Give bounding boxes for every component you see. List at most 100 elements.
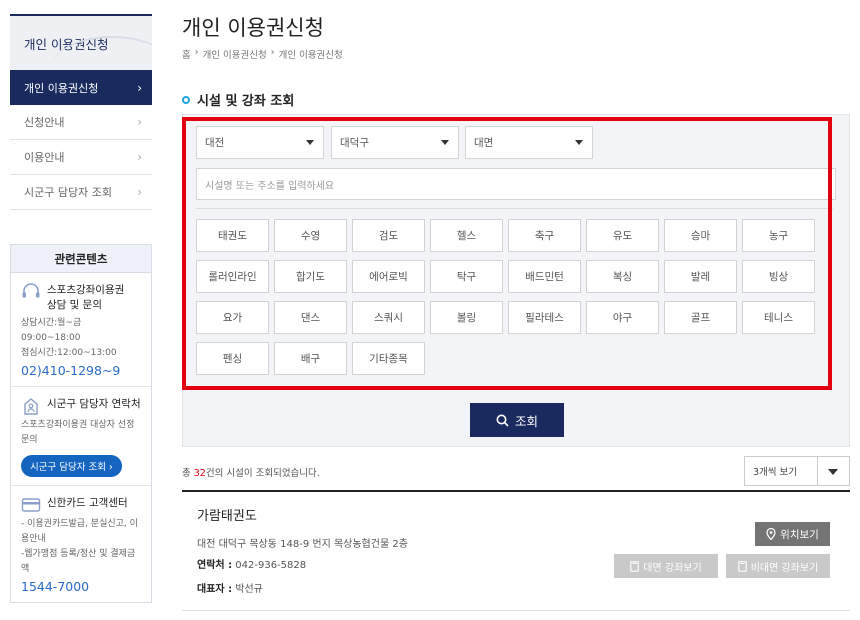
sport-button[interactable]: 유도 <box>586 219 659 252</box>
sport-button[interactable]: 댄스 <box>274 301 347 334</box>
sport-button[interactable]: 태권도 <box>196 219 269 252</box>
map-pin-icon <box>766 528 776 540</box>
sport-button[interactable]: 검도 <box>352 219 425 252</box>
view-count-value: 3개씩 보기 <box>745 457 818 485</box>
sport-button[interactable]: 펜싱 <box>196 342 269 375</box>
related-content-title: 관련콘텐츠 <box>11 245 151 273</box>
sidebar-item-label: 개인 이용권신청 <box>24 81 99 95</box>
sport-button[interactable]: 롤러인라인 <box>196 260 269 293</box>
caret-down-icon <box>306 140 314 145</box>
breadcrumb-home[interactable]: 홈 <box>182 47 191 61</box>
card-center-desc-2: -웹가맹점 등록/정산 및 결제금액 <box>21 549 136 574</box>
result-prefix: 총 <box>182 468 194 479</box>
card-center-title: 신한카드 고객센터 <box>47 497 128 509</box>
consult-hours-line: 상담시간:월~금 09:00~18:00 <box>21 318 82 343</box>
location-button[interactable]: 위치보기 <box>755 522 830 546</box>
sidebar-item-usage-guide[interactable]: 이용안내 › <box>10 140 152 175</box>
consult-phone[interactable]: 02)410-1298~9 <box>21 363 142 378</box>
contact-value: 042-936-5828 <box>235 560 307 571</box>
caret-down-icon <box>818 457 849 485</box>
sport-button[interactable]: 배드민턴 <box>508 260 581 293</box>
search-button[interactable]: 조회 <box>470 403 564 437</box>
offline-lessons-button[interactable]: 대면 강좌보기 <box>614 554 718 578</box>
sidebar-item-label: 신청안내 <box>24 116 65 129</box>
sport-button[interactable]: 볼링 <box>430 301 503 334</box>
sport-button[interactable]: 복싱 <box>586 260 659 293</box>
breadcrumb-current: 개인 이용권신청 <box>278 50 343 61</box>
view-count-select[interactable]: 3개씩 보기 <box>744 456 850 486</box>
sport-button[interactable]: 골프 <box>664 301 737 334</box>
document-icon <box>737 560 747 572</box>
result-suffix: 건의 시설이 조회되었습니다. <box>205 468 320 479</box>
building-icon <box>24 398 38 415</box>
facility-address: 대전 대덕구 목상동 148-9 번지 목상농협건물 2층 <box>197 539 408 550</box>
chevron-right-icon: › <box>137 150 142 164</box>
district-block: 시군구 담당자 연락처 스포츠강좌이용권 대상자 선정 문의 시군구 담당자 조… <box>11 387 151 486</box>
lunch-hours-line: 점심시간:12:00~13:00 <box>21 348 117 358</box>
card-center-phone[interactable]: 1544-7000 <box>21 579 142 594</box>
headset-icon <box>22 283 40 298</box>
card-center-desc-1: - 이용권카드발급, 분실신고, 이용안내 <box>21 519 138 544</box>
breadcrumb-separator: › <box>194 47 199 58</box>
facility-representative: 대표자 : 박선규 <box>197 580 263 595</box>
sport-button[interactable]: 스쿼시 <box>352 301 425 334</box>
sport-button[interactable]: 에어로빅 <box>352 260 425 293</box>
breadcrumb: 홈 › 개인 이용권신청 › 개인 이용권신청 <box>182 47 343 61</box>
sport-button[interactable]: 야구 <box>586 301 659 334</box>
contact-label: 연락처 : <box>197 560 233 571</box>
consult-title-line1: 스포츠강좌이용권 <box>47 284 125 296</box>
district-desc: 스포츠강좌이용권 대상자 선정 문의 <box>21 420 135 445</box>
section-title: 시설 및 강좌 조회 <box>182 90 294 109</box>
district-title: 시군구 담당자 연락처 <box>47 398 141 410</box>
lesson-type-select[interactable]: 대면 <box>465 126 593 159</box>
sport-button[interactable]: 헬스 <box>430 219 503 252</box>
region-select[interactable]: 대전 <box>196 126 324 159</box>
page-title: 개인 이용권신청 <box>182 16 324 40</box>
sidebar-item-label: 시군구 담당자 조회 <box>24 186 112 199</box>
consult-title-line2: 상담 및 문의 <box>47 299 102 311</box>
sport-button[interactable]: 테니스 <box>742 301 815 334</box>
district-select[interactable]: 대덕구 <box>331 126 459 159</box>
facility-card: 가람태권도 대전 대덕구 목상동 148-9 번지 목상농협건물 2층 연락처 … <box>182 492 850 611</box>
breadcrumb-separator: › <box>270 47 275 58</box>
breadcrumb-item[interactable]: 개인 이용권신청 <box>203 47 267 61</box>
sidebar-menu: 개인 이용권신청 › 신청안내 › 이용안내 › 시군구 담당자 조회 › <box>10 70 152 210</box>
divider <box>196 208 833 209</box>
rep-value: 박선규 <box>235 584 263 595</box>
sport-button[interactable]: 요가 <box>196 301 269 334</box>
sport-button[interactable]: 축구 <box>508 219 581 252</box>
district-select-value: 대덕구 <box>340 137 369 149</box>
sport-button[interactable]: 승마 <box>664 219 737 252</box>
sport-button[interactable]: 배구 <box>274 342 347 375</box>
sidebar-item-apply-guide[interactable]: 신청안내 › <box>10 105 152 140</box>
sport-button[interactable]: 농구 <box>742 219 815 252</box>
sidebar-title: 개인 이용권신청 <box>10 14 152 70</box>
location-button-label: 위치보기 <box>780 528 819 541</box>
sport-button[interactable]: 필라테스 <box>508 301 581 334</box>
online-lessons-label: 비대면 강좌보기 <box>750 562 819 574</box>
sport-button[interactable]: 합기도 <box>274 260 347 293</box>
facility-name[interactable]: 가람태권도 <box>197 505 257 524</box>
lesson-type-select-value: 대면 <box>474 137 494 149</box>
region-select-value: 대전 <box>205 137 225 149</box>
consult-block: 스포츠강좌이용권 상담 및 문의 상담시간:월~금 09:00~18:00 점심… <box>11 273 151 387</box>
keyword-input[interactable]: 시설명 또는 주소를 입력하세요 <box>196 168 836 200</box>
bullet-circle-icon <box>182 95 190 104</box>
online-lessons-button[interactable]: 비대면 강좌보기 <box>726 554 830 578</box>
offline-lessons-label: 대면 강좌보기 <box>643 562 702 574</box>
sidebar-item-district-contact[interactable]: 시군구 담당자 조회 › <box>10 175 152 210</box>
chevron-right-icon: › <box>137 185 142 199</box>
sport-button[interactable]: 발레 <box>664 260 737 293</box>
result-number: 32 <box>193 468 206 479</box>
sport-button[interactable]: 빙상 <box>742 260 815 293</box>
sidebar-item-personal-apply[interactable]: 개인 이용권신청 › <box>10 70 152 105</box>
search-panel: 대전 대덕구 대면 시설명 또는 주소를 입력하세요 태권도 수영 검도 헬스 축구 유도… <box>182 114 850 447</box>
sport-button[interactable]: 수영 <box>274 219 347 252</box>
sport-button[interactable]: 탁구 <box>430 260 503 293</box>
caret-down-icon <box>575 140 583 145</box>
consult-hours: 상담시간:월~금 09:00~18:00 점심시간:12:00~13:00 <box>21 316 142 361</box>
result-count: 총 32건의 시설이 조회되었습니다. <box>182 465 320 479</box>
search-button-label: 조회 <box>514 413 538 429</box>
sport-button[interactable]: 기타종목 <box>352 342 425 375</box>
district-lookup-button[interactable]: 시군구 담당자 조회 › <box>21 455 122 477</box>
